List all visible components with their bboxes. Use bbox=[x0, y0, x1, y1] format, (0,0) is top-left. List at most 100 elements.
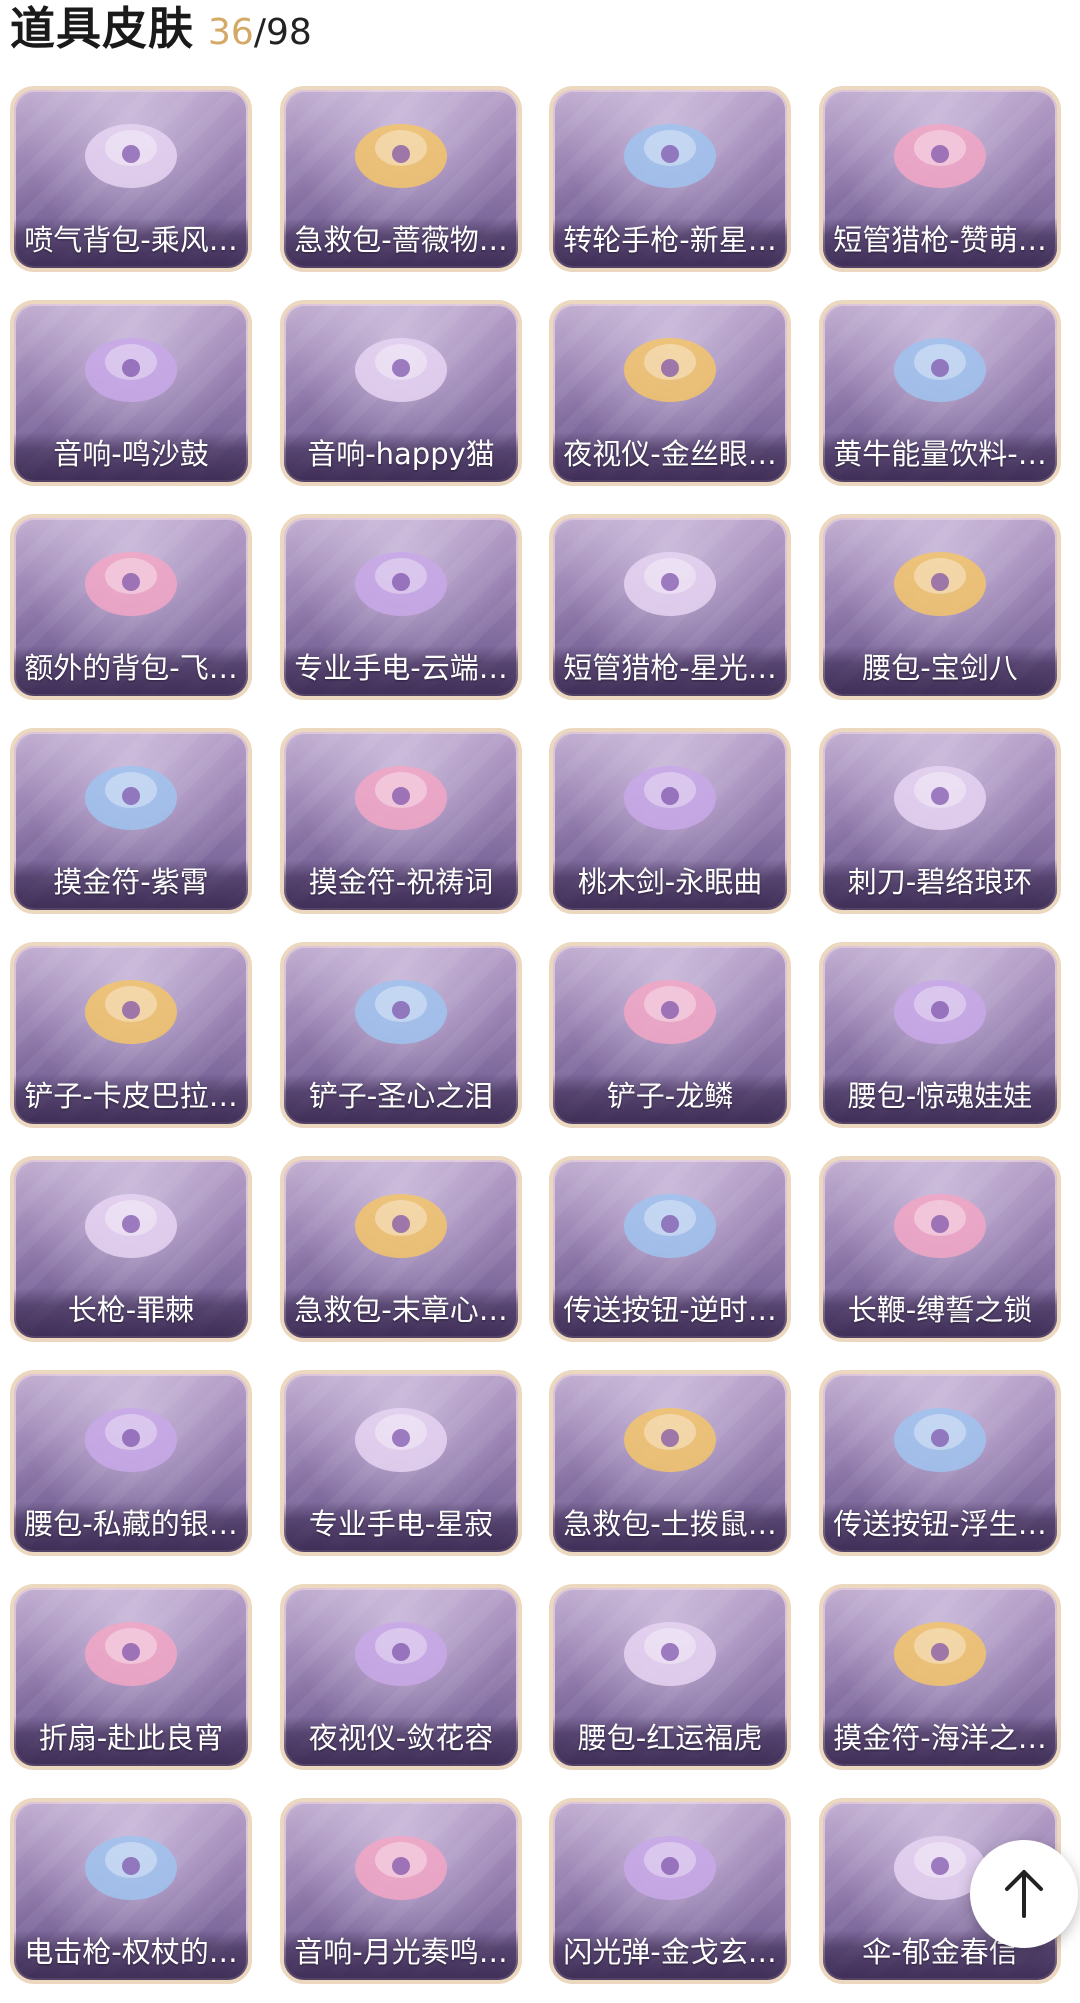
skin-card[interactable]: 摸金符-祝祷词 bbox=[280, 728, 522, 914]
skin-card-label: 铲子-圣心之泪 bbox=[284, 1074, 518, 1124]
skin-card[interactable]: 黄牛能量饮料-… bbox=[819, 300, 1061, 486]
skin-card[interactable]: 急救包-蔷薇物… bbox=[280, 86, 522, 272]
skin-card[interactable]: 夜视仪-敛花容 bbox=[280, 1584, 522, 1770]
skin-card-label: 摸金符-祝祷词 bbox=[284, 860, 518, 910]
skin-card[interactable]: 急救包-末章心… bbox=[280, 1156, 522, 1342]
skin-card[interactable]: 折扇-赴此良宵 bbox=[10, 1584, 252, 1770]
skin-card-label: 喷气背包-乘风… bbox=[14, 218, 248, 268]
skin-card[interactable]: 摸金符-海洋之… bbox=[819, 1584, 1061, 1770]
hamster-icon bbox=[624, 1408, 716, 1472]
flower-goggles-icon bbox=[355, 1622, 447, 1686]
skin-card-label: 急救包-末章心… bbox=[284, 1288, 518, 1338]
skin-card[interactable]: 转轮手枪-新星… bbox=[549, 86, 791, 272]
skin-card[interactable]: 铲子-卡皮巴拉… bbox=[10, 942, 252, 1128]
skin-card[interactable]: 音响-happy猫 bbox=[280, 300, 522, 486]
skin-card[interactable]: 腰包-宝剑八 bbox=[819, 514, 1061, 700]
skin-card-label: 短管猎枪-赞萌… bbox=[823, 218, 1057, 268]
gold-shovel-icon bbox=[624, 980, 716, 1044]
skin-card[interactable]: 夜视仪-金丝眼… bbox=[549, 300, 791, 486]
scepter-icon bbox=[355, 1194, 447, 1258]
pocket-watch-icon bbox=[624, 1194, 716, 1258]
skin-card-label: 折扇-赴此良宵 bbox=[14, 1716, 248, 1766]
skin-card[interactable]: 短管猎枪-星光… bbox=[549, 514, 791, 700]
grenade-icon bbox=[624, 1836, 716, 1900]
skin-card-label: 音响-月光奏鸣… bbox=[284, 1930, 518, 1980]
skin-card[interactable]: 专业手电-星寂 bbox=[280, 1370, 522, 1556]
skin-card[interactable]: 闪光弹-金戈玄… bbox=[549, 1798, 791, 1984]
skin-card[interactable]: 电击枪-权杖的… bbox=[10, 1798, 252, 1984]
skin-card[interactable]: 音响-月光奏鸣… bbox=[280, 1798, 522, 1984]
fan-icon bbox=[85, 1622, 177, 1686]
scroll-to-top-button[interactable] bbox=[970, 1840, 1078, 1948]
skin-card[interactable]: 短管猎枪-赞萌… bbox=[819, 86, 1061, 272]
skin-card-label: 腰包-红运福虎 bbox=[553, 1716, 787, 1766]
skin-card-label: 长枪-罪棘 bbox=[14, 1288, 248, 1338]
skin-card-label: 短管猎枪-星光… bbox=[553, 646, 787, 696]
drum-speaker-icon bbox=[85, 338, 177, 402]
ocean-amulet-icon bbox=[894, 1622, 986, 1686]
skin-card[interactable]: 铲子-龙鳞 bbox=[549, 942, 791, 1128]
skin-card-label: 传送按钮-浮生… bbox=[823, 1502, 1057, 1552]
skin-card-label: 铲子-卡皮巴拉… bbox=[14, 1074, 248, 1124]
skin-card[interactable]: 桃木剑-永眠曲 bbox=[549, 728, 791, 914]
shotgun-icon bbox=[624, 552, 716, 616]
skin-card[interactable]: 刺刀-碧络琅环 bbox=[819, 728, 1061, 914]
skin-card-label: 腰包-惊魂娃娃 bbox=[823, 1074, 1057, 1124]
skin-card[interactable]: 长鞭-缚誓之锁 bbox=[819, 1156, 1061, 1342]
first-aid-kit-icon bbox=[355, 124, 447, 188]
revolver-icon bbox=[624, 124, 716, 188]
skin-card-label: 音响-鸣沙鼓 bbox=[14, 432, 248, 482]
glasses-icon bbox=[624, 338, 716, 402]
piano-icon bbox=[355, 1836, 447, 1900]
flashlight-icon bbox=[355, 1408, 447, 1472]
skin-grid: 喷气背包-乘风… 急救包-蔷薇物… 转轮手枪-新星… 短管猎枪-赞萌… 音响-鸣沙鼓 音响… bbox=[0, 0, 1080, 2003]
skin-card-label: 急救包-蔷薇物… bbox=[284, 218, 518, 268]
skull-doll-icon bbox=[894, 980, 986, 1044]
skin-card-label: 夜视仪-金丝眼… bbox=[553, 432, 787, 482]
scroll-icon bbox=[894, 1408, 986, 1472]
skin-card[interactable]: 音响-鸣沙鼓 bbox=[10, 300, 252, 486]
arrow-up-icon bbox=[1005, 1870, 1043, 1918]
skin-card-label: 传送按钮-逆时… bbox=[553, 1288, 787, 1338]
sword-icon bbox=[624, 766, 716, 830]
skin-card[interactable]: 传送按钮-浮生… bbox=[819, 1370, 1061, 1556]
skin-card-label: 闪光弹-金戈玄… bbox=[553, 1930, 787, 1980]
skin-card-label: 桃木剑-永眠曲 bbox=[553, 860, 787, 910]
skin-card[interactable]: 铲子-圣心之泪 bbox=[280, 942, 522, 1128]
capybara-shovel-icon bbox=[85, 980, 177, 1044]
skin-card-label: 夜视仪-敛花容 bbox=[284, 1716, 518, 1766]
skin-card-label: 刺刀-碧络琅环 bbox=[823, 860, 1057, 910]
flashlight-icon bbox=[355, 552, 447, 616]
skin-card-label: 音响-happy猫 bbox=[284, 432, 518, 482]
skin-card-label: 铲子-龙鳞 bbox=[553, 1074, 787, 1124]
skin-card-label: 摸金符-海洋之… bbox=[823, 1716, 1057, 1766]
scepter-icon bbox=[85, 1836, 177, 1900]
skin-card[interactable]: 喷气背包-乘风… bbox=[10, 86, 252, 272]
cloud-pouch-icon bbox=[85, 1408, 177, 1472]
tiger-pouch-icon bbox=[624, 1622, 716, 1686]
skin-card[interactable]: 专业手电-云端… bbox=[280, 514, 522, 700]
skin-card-label: 摸金符-紫霄 bbox=[14, 860, 248, 910]
skin-card-label: 长鞭-缚誓之锁 bbox=[823, 1288, 1057, 1338]
skin-card[interactable]: 摸金符-紫霄 bbox=[10, 728, 252, 914]
skin-card-label: 腰包-私藏的银… bbox=[14, 1502, 248, 1552]
shotgun-icon bbox=[894, 124, 986, 188]
ruby-shovel-icon bbox=[355, 980, 447, 1044]
flower-backpack-icon bbox=[85, 552, 177, 616]
skin-card[interactable]: 额外的背包-飞… bbox=[10, 514, 252, 700]
skin-card[interactable]: 腰包-私藏的银… bbox=[10, 1370, 252, 1556]
jetpack-icon bbox=[85, 124, 177, 188]
amulet-icon bbox=[85, 766, 177, 830]
heart-pouch-icon bbox=[894, 552, 986, 616]
spear-icon bbox=[85, 1194, 177, 1258]
skin-card[interactable]: 腰包-惊魂娃娃 bbox=[819, 942, 1061, 1128]
skin-card[interactable]: 长枪-罪棘 bbox=[10, 1156, 252, 1342]
skin-card[interactable]: 急救包-土拨鼠… bbox=[549, 1370, 791, 1556]
skin-card-label: 额外的背包-飞… bbox=[14, 646, 248, 696]
skin-card[interactable]: 腰包-红运福虎 bbox=[549, 1584, 791, 1770]
skin-card-label: 专业手电-云端… bbox=[284, 646, 518, 696]
chain-whip-icon bbox=[894, 1194, 986, 1258]
skin-card[interactable]: 传送按钮-逆时… bbox=[549, 1156, 791, 1342]
cross-amulet-icon bbox=[355, 766, 447, 830]
skin-card-label: 黄牛能量饮料-… bbox=[823, 432, 1057, 482]
